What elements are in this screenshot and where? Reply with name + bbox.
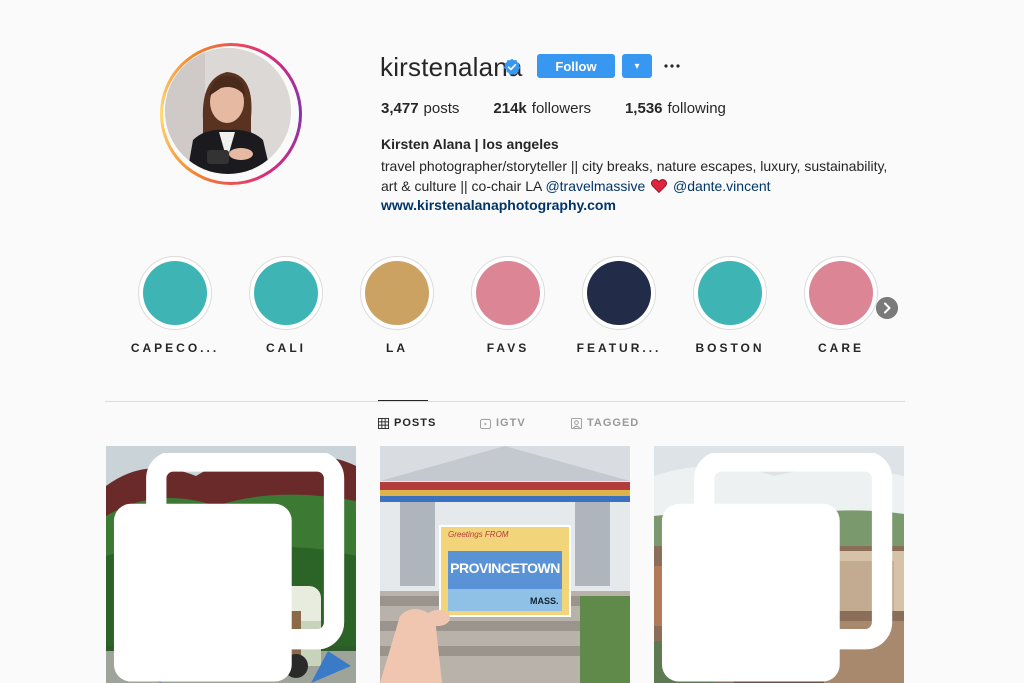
tab-posts[interactable]: POSTS [378,417,436,429]
highlight-featured[interactable]: FEATUR... [564,256,674,355]
posts-stat: 3,477 posts [381,100,460,117]
igtv-icon [480,418,491,429]
postcard-town: PROVINCETOWN [450,560,560,576]
tagged-icon [571,417,582,429]
postcard-greeting: Greetings FROM [448,530,509,539]
highlight-capecod[interactable]: CAPECO... [120,256,230,355]
tabs-divider [105,401,905,402]
post-thumbnail-postcard[interactable]: Greetings FROM PROVINCETOWN MASS. [380,446,630,683]
grid-icon [378,417,389,429]
highlight-cover [365,261,429,325]
highlight-cover [587,261,651,325]
highlight-favs[interactable]: FAVS [453,256,563,355]
mention-travelmassive-link[interactable]: @travelmassive [545,178,645,194]
highlight-cover [143,261,207,325]
multiple-posts-icon [113,453,345,682]
tab-igtv[interactable]: IGTV [480,417,526,429]
red-heart-icon [651,179,668,193]
highlight-cover [809,261,873,325]
avatar-photo [165,48,291,174]
followers-stat[interactable]: 214k followers [493,100,591,117]
active-tab-indicator [378,400,428,401]
tab-tagged[interactable]: TAGGED [571,417,639,429]
highlight-cover [476,261,540,325]
highlight-cover [698,261,762,325]
username: kirstenalana [380,52,523,82]
postcard-state: MASS. [530,596,559,606]
story-highlights: CAPECO... CALI LA FAVS FEATUR... BOSTON … [105,256,905,366]
post-thumbnail-city[interactable] [654,446,904,683]
website-link[interactable]: www.kirstenalanaphotography.com [381,197,616,213]
suggestions-dropdown-button[interactable]: ▾ [622,54,652,78]
highlight-boston[interactable]: BOSTON [675,256,785,355]
highlight-la[interactable]: LA [342,256,452,355]
follow-button[interactable]: Follow [537,54,615,78]
post-thumbnail-van[interactable]: ifaw [106,446,356,683]
profile-stats: 3,477 posts 214k followers 1,536 following [381,100,726,117]
more-options-icon[interactable] [662,54,682,78]
highlight-cali[interactable]: CALI [231,256,341,355]
profile-avatar[interactable] [160,43,302,185]
chevron-right-icon[interactable] [876,297,898,319]
following-stat[interactable]: 1,536 following [625,100,726,117]
mention-dante-vincent-link[interactable]: @dante.vincent [673,178,771,194]
verified-badge-icon [503,58,521,75]
bio-name: Kirsten Alana | los angeles [381,136,559,152]
highlight-cover [254,261,318,325]
bio-text: travel photographer/storyteller || city … [381,158,888,194]
multiple-posts-icon [661,453,893,682]
